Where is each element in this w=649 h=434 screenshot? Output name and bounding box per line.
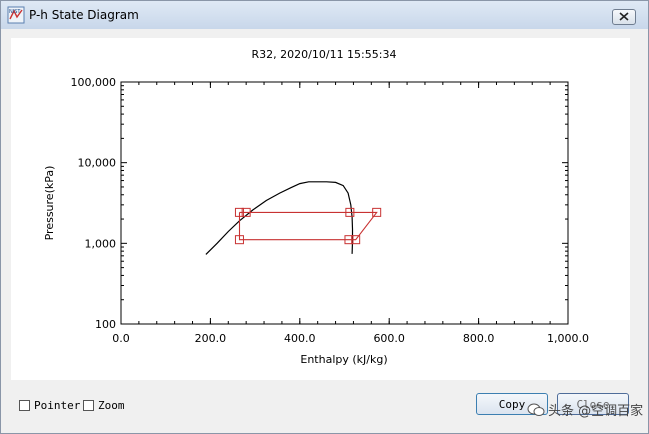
x-tick-label: 400.0 xyxy=(284,332,316,345)
y-tick-label: 1,000 xyxy=(85,237,117,250)
x-tick-label: 0.0 xyxy=(112,332,130,345)
plot-frame xyxy=(120,81,569,325)
watermark: 头条 @空调百家 xyxy=(527,400,643,419)
x-tick-label: 200.0 xyxy=(195,332,227,345)
zoom-checkbox[interactable]: Zoom xyxy=(83,398,125,412)
state-diagram-window: NIST P-h State Diagram R32, 2020/10/11 1… xyxy=(0,0,649,434)
x-tick-label: 600.0 xyxy=(373,332,405,345)
chart-series xyxy=(205,181,382,255)
saturation-dome-line xyxy=(205,181,354,255)
chart-title: R32, 2020/10/11 15:55:34 xyxy=(252,48,397,61)
y-tick-label: 100,000 xyxy=(71,76,117,89)
x-axis-label: Enthalpy (kJ/kg) xyxy=(300,353,387,366)
pointer-checkbox-box[interactable] xyxy=(19,399,30,411)
watermark-text: 头条 @空调百家 xyxy=(548,404,644,419)
ph-diagram-chart: R32, 2020/10/11 15:55:34 0.0 200.0 400.0 60… xyxy=(43,48,590,366)
y-tick-label: 10,000 xyxy=(78,157,117,170)
x-tick-label: 1,000.0 xyxy=(547,332,589,345)
axis-tick-labels: 0.0 200.0 400.0 600.0 800.0 1,000.0 100 1,000 10… xyxy=(71,76,590,345)
zoom-label: Zoom xyxy=(98,398,125,412)
wechat-icon xyxy=(527,403,545,416)
y-axis-label: Pressure(kPa) xyxy=(43,166,56,241)
zoom-checkbox-box[interactable] xyxy=(83,399,94,411)
pointer-label: Pointer xyxy=(34,398,81,412)
pointer-checkbox[interactable]: Pointer xyxy=(19,398,80,412)
axis-ticks xyxy=(120,81,569,325)
y-tick-label: 100 xyxy=(95,318,116,331)
x-tick-label: 800.0 xyxy=(463,332,495,345)
